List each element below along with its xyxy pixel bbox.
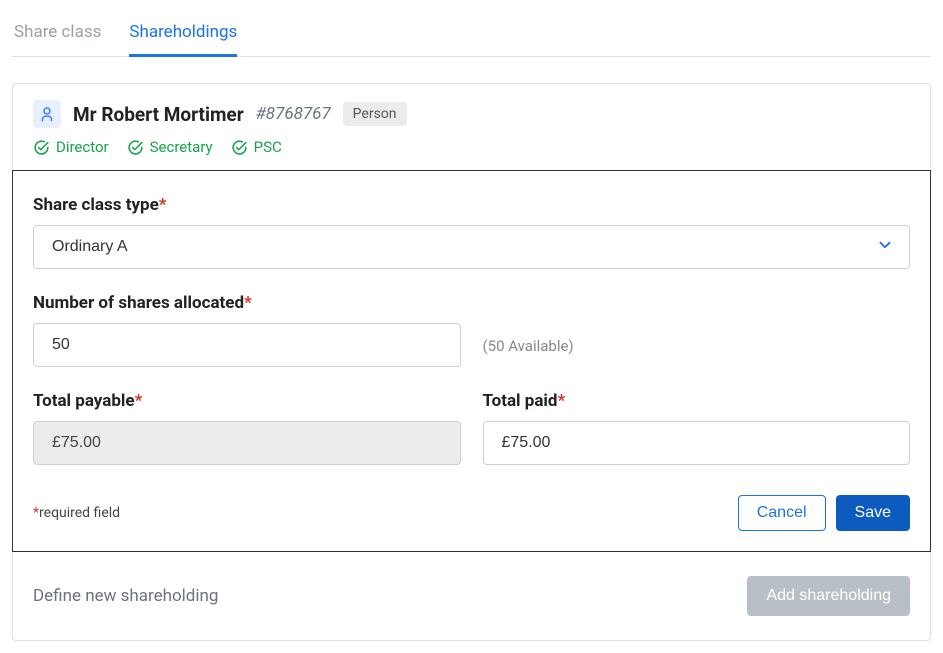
total-paid-col: Total paid*: [483, 391, 911, 465]
role-psc: PSC: [231, 138, 282, 156]
type-badge: Person: [343, 102, 407, 126]
required-star: *: [244, 293, 252, 313]
total-payable-label: Total payable*: [33, 391, 461, 411]
required-note: *required field: [33, 505, 120, 521]
person-icon: [33, 100, 61, 128]
card-footer: Define new shareholding Add shareholding: [13, 552, 930, 640]
button-group: Cancel Save: [738, 495, 910, 531]
tab-share-class[interactable]: Share class: [14, 12, 101, 56]
header-row: Mr Robert Mortimer #8768767 Person: [33, 100, 910, 128]
num-shares-label-text: Number of shares allocated: [33, 293, 244, 313]
check-circle-icon: [231, 139, 248, 156]
shares-row: Number of shares allocated* (50 Availabl…: [33, 293, 910, 367]
total-paid-label: Total paid*: [483, 391, 911, 411]
check-circle-icon: [33, 139, 50, 156]
save-button[interactable]: Save: [836, 495, 910, 531]
required-star: *: [558, 391, 566, 411]
shareholder-card: Mr Robert Mortimer #8768767 Person Direc…: [12, 83, 931, 641]
num-shares-input[interactable]: [33, 323, 461, 367]
tabs: Share class Shareholdings: [12, 12, 931, 57]
role-secretary-label: Secretary: [150, 138, 213, 156]
total-paid-input[interactable]: [483, 421, 911, 465]
role-secretary: Secretary: [127, 138, 213, 156]
role-director-label: Director: [56, 138, 109, 156]
role-psc-label: PSC: [254, 138, 282, 156]
required-star: *: [159, 195, 167, 215]
define-shareholding-text: Define new shareholding: [33, 586, 218, 606]
num-shares-col: Number of shares allocated*: [33, 293, 461, 367]
roles-row: Director Secretary PSC: [33, 138, 910, 156]
form-bottom-row: *required field Cancel Save: [33, 495, 910, 531]
card-header: Mr Robert Mortimer #8768767 Person Direc…: [13, 84, 930, 170]
num-shares-label: Number of shares allocated*: [33, 293, 461, 313]
share-class-type-label: Share class type*: [33, 195, 910, 215]
total-payable-col: Total payable*: [33, 391, 461, 465]
person-id: #8768767: [256, 104, 331, 124]
cancel-button[interactable]: Cancel: [738, 495, 826, 531]
role-director: Director: [33, 138, 109, 156]
total-paid-label-text: Total paid: [483, 391, 558, 411]
total-payable-input: [33, 421, 461, 465]
required-star: *: [135, 391, 143, 411]
shareholding-form: Share class type* Number of shares alloc…: [12, 170, 931, 552]
add-shareholding-button[interactable]: Add shareholding: [747, 576, 910, 616]
share-class-type-select[interactable]: [33, 225, 910, 269]
required-note-text: required field: [39, 505, 120, 521]
check-circle-icon: [127, 139, 144, 156]
share-class-type-label-text: Share class type: [33, 195, 159, 215]
total-payable-label-text: Total payable: [33, 391, 135, 411]
person-name: Mr Robert Mortimer: [73, 103, 244, 126]
tab-shareholdings[interactable]: Shareholdings: [129, 12, 237, 56]
share-class-type-select-wrap: [33, 225, 910, 269]
totals-row: Total payable* Total paid*: [33, 391, 910, 465]
available-text: (50 Available): [483, 337, 574, 355]
